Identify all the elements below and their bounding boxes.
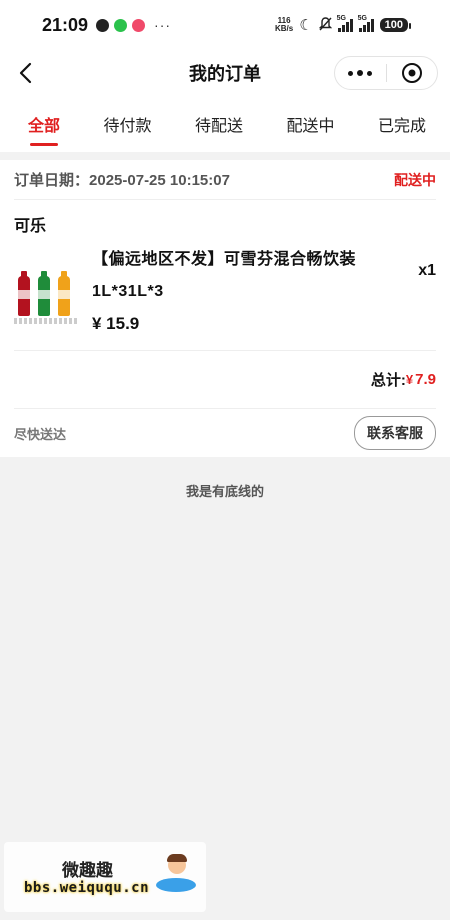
app-notification-icon [132, 18, 146, 32]
order-date-value: 2025-07-25 10:15:07 [89, 172, 230, 189]
back-arrow-icon[interactable] [16, 62, 38, 84]
total-currency: ¥ [405, 372, 414, 387]
watermark-url: bbs.weiququ.cn [24, 880, 150, 896]
total-label: 总计: [370, 372, 406, 389]
fanta-bottle-icon [58, 271, 70, 316]
product-name-line-2: 1L*31L*3 [92, 283, 164, 300]
battery-icon: 100 [379, 18, 412, 32]
tab-all[interactable]: 全部 [26, 104, 62, 144]
order-status-tabs: 全部 待付款 待配送 配送中 已完成 [0, 96, 450, 152]
tab-delivering[interactable]: 配送中 [284, 104, 336, 144]
wechat-icon [114, 18, 128, 32]
signal-icon-2: 5G [358, 15, 374, 32]
sprite-bottle-icon [38, 271, 50, 316]
tab-completed[interactable]: 已完成 [376, 104, 428, 144]
delivery-note: 尽快送达 [14, 426, 67, 442]
total-value: 7.9 [415, 371, 436, 388]
order-header: 订单日期：2025-07-25 10:15:07 配送中 [14, 160, 436, 200]
close-mini-program-button[interactable] [387, 63, 438, 83]
product-info: 【偏远地区不发】可雪芬混合畅饮装 1L*31L*3 ¥ 15.9 [78, 244, 418, 334]
shop-name: 可乐 [14, 218, 47, 235]
target-icon [401, 63, 422, 83]
product-row[interactable]: 【偏远地区不发】可雪芬混合畅饮装 1L*31L*3 ¥ 15.9 x1 [14, 244, 436, 351]
order-card[interactable]: 订单日期：2025-07-25 10:15:07 配送中 可乐 【偏远地区不发】… [0, 160, 450, 457]
mini-program-capsule [334, 56, 438, 90]
product-name: 【偏远地区不发】可雪芬混合畅饮装 1L*31L*3 [92, 244, 418, 308]
status-time: 21:09 [42, 14, 89, 35]
more-options-icon[interactable] [335, 70, 386, 76]
page-title: 我的订单 [189, 64, 261, 84]
product-quantity: x1 [418, 262, 436, 279]
order-date-label: 订单日期： [14, 172, 90, 189]
order-date: 订单日期：2025-07-25 10:15:07 [14, 169, 230, 190]
status-bar: 21:09 ··· 116 KB/s ☾ 5G 5G 100 [0, 0, 450, 50]
order-status-badge: 配送中 [394, 171, 436, 188]
product-image-caption [14, 318, 78, 324]
product-name-line-1: 【偏远地区不发】可雪芬混合畅饮装 [92, 251, 357, 268]
status-indicators: 116 KB/s ☾ 5G 5G 100 [275, 15, 412, 34]
order-footer: 尽快送达 联系客服 [14, 409, 436, 457]
tiktok-icon [96, 18, 110, 32]
product-image [14, 260, 78, 324]
network-speed: 116 KB/s [275, 17, 293, 33]
end-of-list-text: 我是有底线的 [185, 484, 264, 499]
watermark: 微趣趣 bbs.weiququ.cn [4, 842, 206, 912]
more-notifications-icon: ··· [154, 17, 172, 33]
contact-support-button[interactable]: 联系客服 [354, 416, 436, 450]
mute-icon [318, 16, 332, 34]
tab-pending-payment[interactable]: 待付款 [101, 104, 153, 144]
mascot-icon [156, 850, 196, 894]
signal-icon-1: 5G [337, 15, 353, 32]
network-speed-unit: KB/s [274, 24, 294, 33]
product-price: ¥ 15.9 [92, 314, 140, 333]
order-total: 总计: ¥ 7.9 [14, 351, 436, 409]
watermark-title: 微趣趣 [62, 861, 113, 880]
tab-pending-delivery[interactable]: 待配送 [193, 104, 245, 144]
cola-bottle-icon [18, 271, 30, 316]
notification-icons: ··· [96, 17, 171, 33]
do-not-disturb-icon: ☾ [299, 17, 313, 34]
navigation-bar: 我的订单 [0, 50, 450, 96]
